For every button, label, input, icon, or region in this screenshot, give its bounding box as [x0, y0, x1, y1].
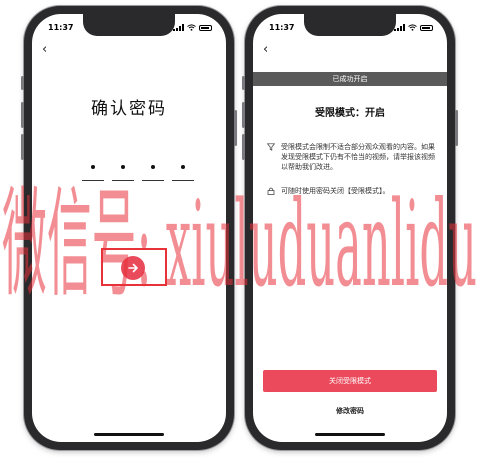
power-button — [234, 110, 237, 146]
back-button[interactable]: ‹ — [42, 42, 47, 57]
back-button[interactable]: ‹ — [263, 42, 268, 57]
status-time: 11:37 — [48, 23, 74, 32]
page-title: 受限模式：开启 — [315, 108, 385, 119]
arrow-right-icon — [128, 263, 138, 273]
lock-icon — [267, 187, 275, 195]
mute-switch — [242, 76, 245, 90]
info-item-lock: 可随时使用密码关闭【受限模式】。 — [267, 186, 437, 196]
signal-icon — [394, 24, 405, 31]
volume-down-button — [242, 134, 245, 160]
status-bar: 11:37 — [48, 23, 212, 35]
password-input[interactable] — [82, 156, 194, 181]
change-password-link[interactable]: 修改密码 — [253, 406, 447, 416]
filter-icon — [267, 143, 275, 151]
wifi-icon — [187, 24, 196, 31]
password-digit — [172, 156, 194, 181]
home-indicator — [315, 433, 385, 436]
volume-up-button — [242, 102, 245, 128]
status-bar: 11:37 — [269, 23, 433, 35]
password-digit — [142, 156, 164, 181]
password-digit — [82, 156, 104, 181]
battery-icon — [420, 24, 433, 31]
home-indicator — [94, 433, 164, 436]
status-icons — [394, 24, 433, 31]
page-title: 确认密码 — [91, 99, 167, 119]
password-digit — [112, 156, 134, 181]
info-text: 可随时使用密码关闭【受限模式】。 — [281, 187, 390, 195]
right-phone-frame: 11:37 ‹ 已成功开启 受限模式：开启 受限模式会限制不适合部分观众观看的内… — [242, 6, 458, 450]
wifi-icon — [408, 24, 417, 31]
left-phone-frame: 11:37 ‹ 确认密码 — [21, 6, 237, 450]
volume-up-button — [21, 102, 24, 128]
volume-down-button — [21, 134, 24, 160]
mute-switch — [21, 76, 24, 90]
status-icons — [173, 24, 212, 31]
right-screen: 11:37 ‹ 已成功开启 受限模式：开启 受限模式会限制不适合部分观众观看的内… — [253, 14, 447, 442]
power-button — [455, 110, 458, 146]
status-time: 11:37 — [269, 23, 295, 32]
info-text: 受限模式会限制不适合部分观众观看的内容。如果发现受限模式下仍有不恰当的视频，请举… — [281, 143, 435, 171]
signal-icon — [173, 24, 184, 31]
info-item-restriction: 受限模式会限制不适合部分观众观看的内容。如果发现受限模式下仍有不恰当的视频，请举… — [267, 142, 437, 172]
battery-icon — [199, 24, 212, 31]
close-restricted-mode-button[interactable]: 关闭受限模式 — [263, 370, 437, 392]
success-toast: 已成功开启 — [253, 72, 447, 86]
next-button[interactable] — [121, 256, 145, 280]
left-screen: 11:37 ‹ 确认密码 — [32, 14, 226, 442]
